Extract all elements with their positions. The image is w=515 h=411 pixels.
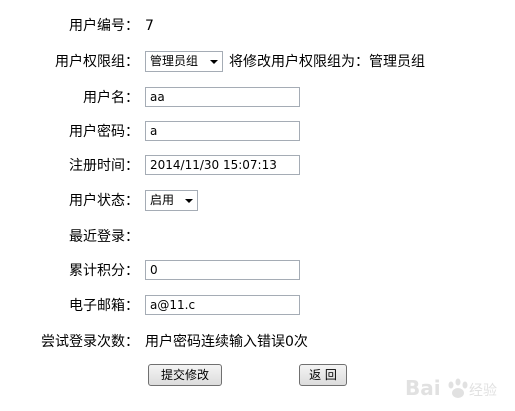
password-row: 用户密码： (0, 120, 515, 144)
last-login-row: 最近登录： (0, 225, 515, 249)
status-label: 用户状态： (69, 193, 139, 209)
register-time-row: 注册时间： (0, 154, 515, 178)
permission-group-row: 用户权限组： 管理员组 将修改用户权限组为：管理员组 (0, 50, 515, 74)
permission-group-note: 将修改用户权限组为：管理员组 (229, 54, 425, 70)
email-label: 电子邮箱： (69, 298, 139, 314)
svg-text:经验: 经验 (469, 383, 497, 399)
username-label: 用户名： (83, 90, 139, 106)
points-row: 累计积分： (0, 259, 515, 283)
register-time-label: 注册时间： (69, 158, 139, 174)
chevron-down-icon (210, 60, 218, 64)
email-input[interactable] (145, 295, 300, 315)
back-button[interactable]: 返 回 (299, 364, 347, 386)
points-label: 累计积分： (69, 263, 139, 279)
user-id-row: 用户编号： 7 (0, 14, 515, 38)
username-row: 用户名： (0, 86, 515, 110)
register-time-input[interactable] (145, 155, 300, 175)
baidu-watermark-logo: Bai 经验 (405, 376, 497, 400)
login-attempts-row: 尝试登录次数： 用户密码连续输入错误0次 (0, 330, 515, 354)
permission-group-label: 用户权限组： (55, 54, 139, 70)
permission-group-selected: 管理员组 (150, 54, 199, 68)
status-selected: 启用 (150, 193, 175, 207)
status-select[interactable]: 启用 (145, 190, 198, 211)
last-login-label: 最近登录： (69, 229, 139, 245)
user-id-value: 7 (145, 18, 154, 34)
status-row: 用户状态： 启用 (0, 189, 515, 213)
password-input[interactable] (145, 121, 300, 141)
login-attempts-label: 尝试登录次数： (41, 334, 139, 350)
permission-group-select[interactable]: 管理员组 (145, 51, 223, 72)
login-attempts-value: 用户密码连续输入错误0次 (145, 334, 308, 350)
points-input[interactable] (145, 260, 300, 280)
chevron-down-icon (185, 199, 193, 203)
submit-button[interactable]: 提交修改 (148, 364, 222, 386)
user-id-label: 用户编号： (69, 18, 139, 34)
svg-text:Bai: Bai (405, 376, 441, 400)
password-label: 用户密码： (69, 124, 139, 140)
username-input[interactable] (145, 87, 300, 107)
email-row: 电子邮箱： (0, 294, 515, 318)
